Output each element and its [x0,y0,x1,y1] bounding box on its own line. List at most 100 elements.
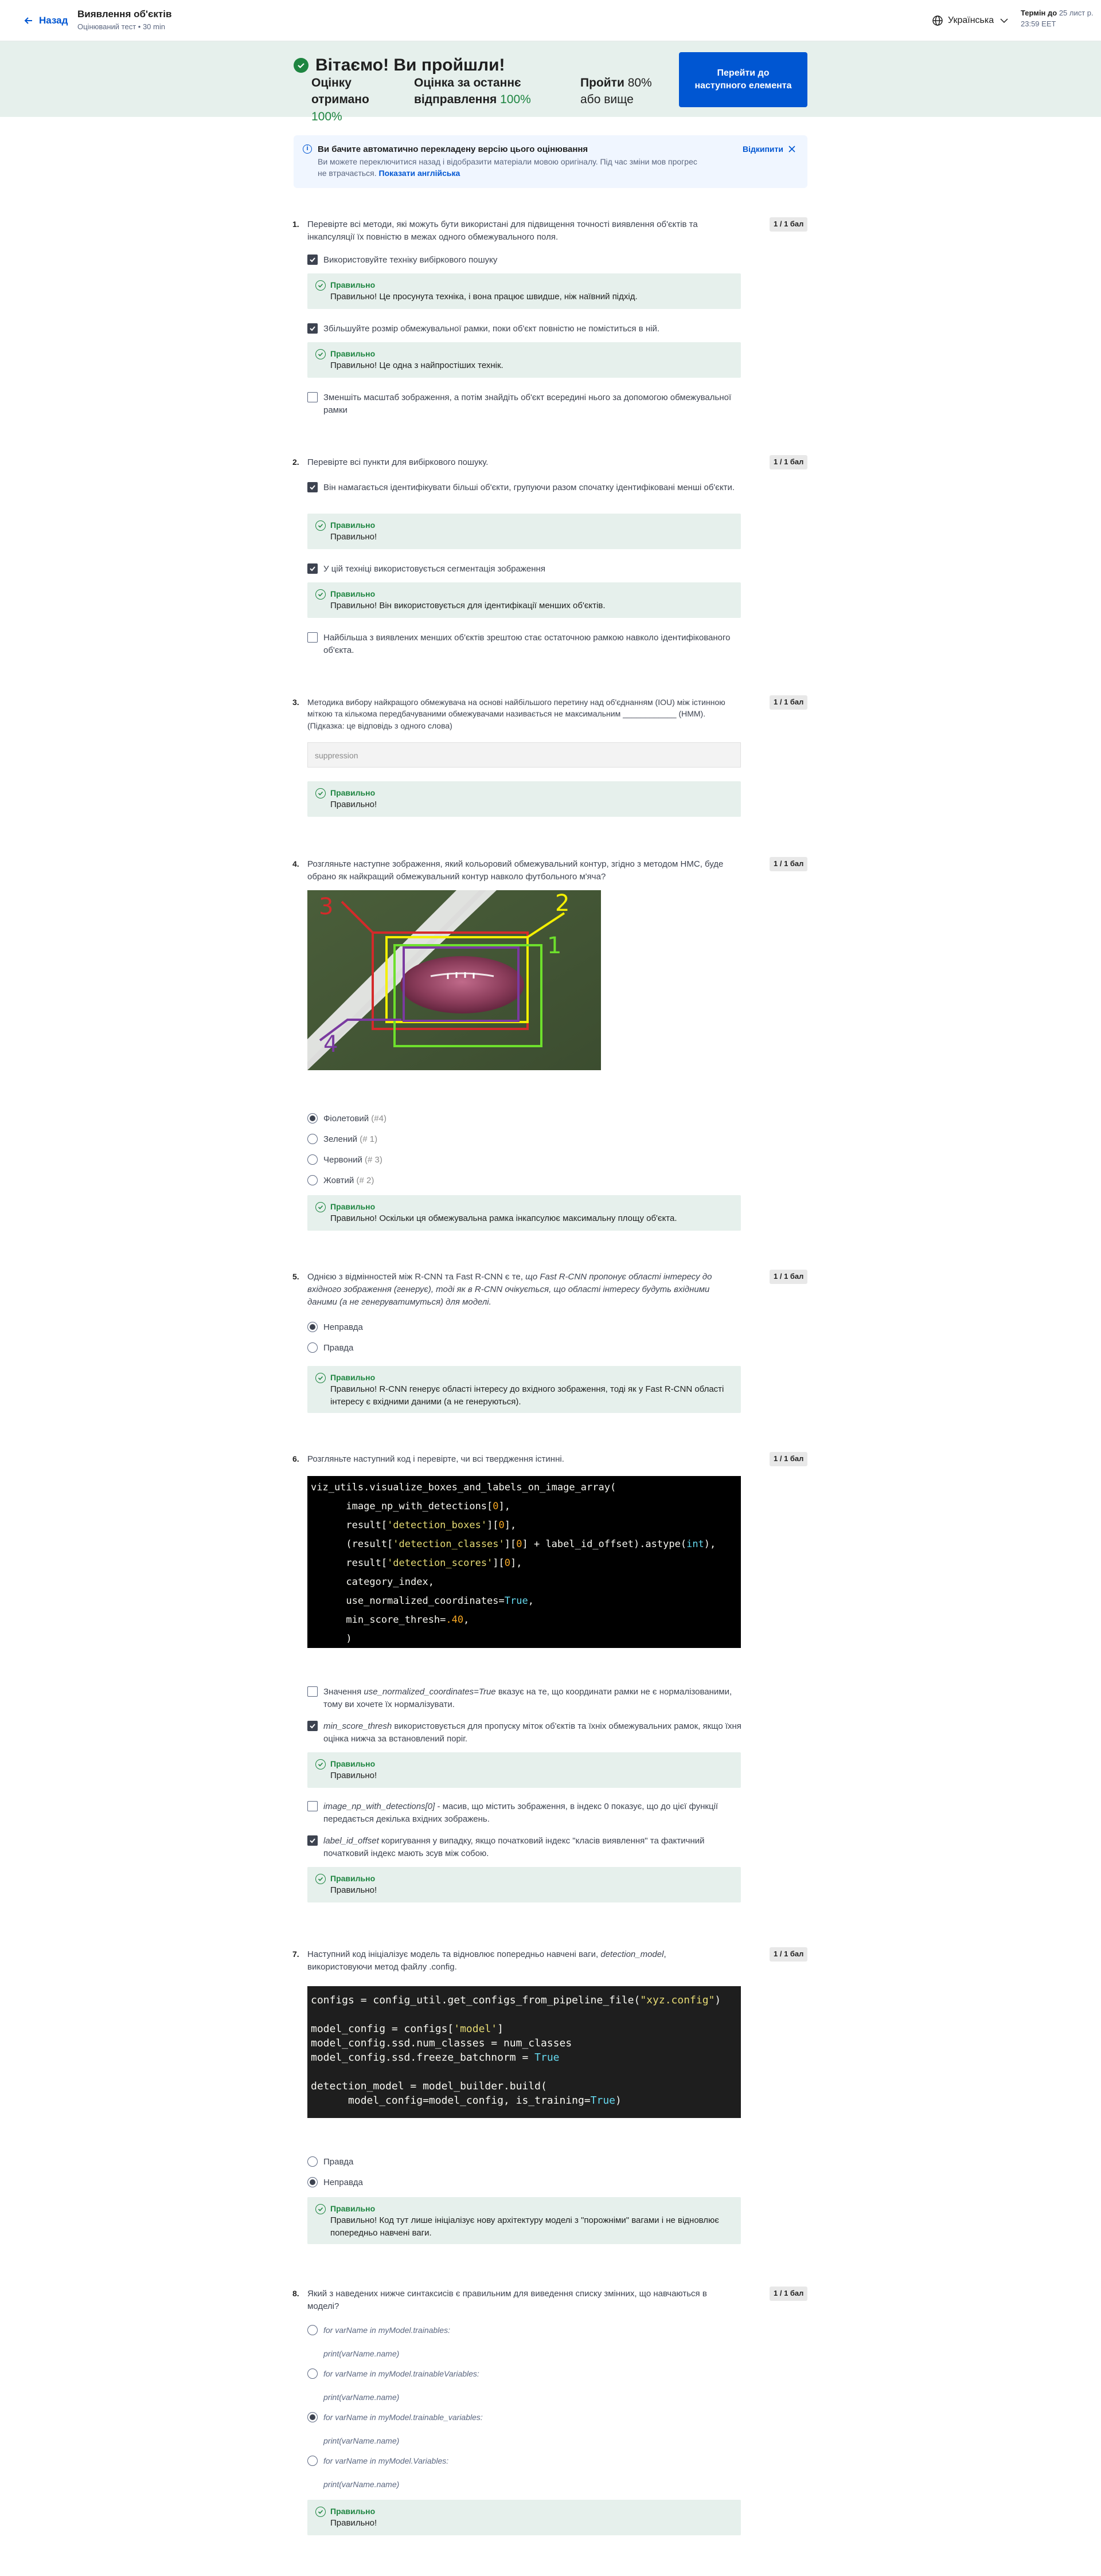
question-number: 8. [292,2289,299,2298]
option-radio[interactable]: Фіолетовий (#4) [307,1113,743,1125]
question-text-a: Наступний код ініціалізує модель та відн… [307,1949,601,1959]
label-1: 1 [547,933,561,959]
feedback-correct: Правильно Правильно! [307,1867,741,1902]
option-line-1: for varName in myModel.trainables: [323,2326,450,2335]
question-text: Перевірте всі пункти для вибіркового пош… [307,457,489,467]
option-radio[interactable]: Неправда [307,1321,743,1334]
question-number: 3. [292,698,299,707]
next-item-button[interactable]: Перейти до наступного елемента [679,52,807,107]
checkbox-unchecked[interactable] [307,632,318,643]
option-line-2: print(varName.name) [323,2348,400,2358]
option-radio[interactable]: Правда [307,2156,743,2168]
checkbox-unchecked[interactable] [307,1801,318,1811]
question-number: 5. [292,1272,299,1281]
feedback-text: Правильно! [330,1885,377,1896]
check-circle-icon [315,1373,326,1383]
radio-unselected[interactable] [307,1154,318,1165]
radio-unselected[interactable] [307,2456,318,2466]
option-radio[interactable]: for varName in myModel.Variables: print(v… [307,2455,743,2490]
option-checkbox[interactable]: Значення use_normalized_coordinates=True… [307,1686,743,1711]
check-circle-icon [315,1759,326,1769]
radio-selected[interactable] [307,1322,318,1332]
option-hint: (# 2) [356,1176,374,1185]
feedback-title: Правильно [330,349,376,358]
deadline-label: Термін до [1021,9,1057,17]
question-text: Наступний код ініціалізує модель та відн… [307,1948,732,1974]
hide-notice-button[interactable]: Відкипити [743,143,796,155]
option-radio[interactable]: Жовтий (# 2) [307,1175,743,1187]
option-checkbox[interactable]: Зменшіть масштаб зображення, а потім зна… [307,392,743,417]
check-circle-icon [315,1202,326,1212]
option-checkbox[interactable]: Найбільша з виявлених менших об'єктів зр… [307,632,743,657]
option-label-a: Значення [323,1687,364,1697]
language-selector[interactable]: Українська [932,14,1010,27]
option-checkbox[interactable]: У цій техніці використовується сегментац… [307,563,743,576]
option-hint: (# 3) [365,1155,382,1165]
radio-unselected[interactable] [307,2368,318,2379]
feedback-title: Правильно [330,788,376,797]
radio-selected[interactable] [307,2177,318,2187]
radio-selected[interactable] [307,1113,318,1123]
option-code: label_id_offset [323,1836,379,1846]
option-code: image_np_with_detections[0] [323,1802,435,1811]
grade-last-value: 100% [500,93,531,107]
checkbox-unchecked[interactable] [307,1686,318,1697]
option-radio[interactable]: Правда [307,1342,743,1354]
option-label: Жовтий [323,1176,354,1185]
option-checkbox[interactable]: image_np_with_detections[0] - масив, що … [307,1800,743,1826]
question-text: Який з наведених нижче синтаксисів є пра… [307,2289,707,2311]
option-label: Він намагається ідентифікувати більші об… [323,483,735,492]
option-radio[interactable]: for varName in myModel.trainables: print(… [307,2324,743,2359]
checkbox-checked[interactable] [307,1721,318,1731]
feedback-title: Правильно [330,1874,376,1883]
hide-label: Відкипити [742,144,783,154]
option-label: Червоний [323,1155,362,1165]
feedback-text: Правильно! [330,532,377,542]
show-english-link[interactable]: Показати англійська [379,169,460,178]
option-checkbox[interactable]: label_id_offset коригування у випадку, я… [307,1835,743,1860]
checkbox-checked[interactable] [307,563,318,574]
checkbox-checked[interactable] [307,323,318,334]
question-text: Розгляньте наступне зображення, який кол… [307,859,724,882]
globe-icon [932,15,943,26]
answer-input[interactable]: suppression [307,742,741,768]
page-title: Виявлення об'єктів [77,9,172,19]
option-line-1: for varName in myModel.Variables: [323,2456,449,2465]
option-radio[interactable]: for varName in myModel.trainable_variabl… [307,2411,743,2446]
notice-text: Ви можете переключитися назад і відобраз… [318,156,697,178]
option-line-2: print(varName.name) [323,2392,400,2402]
option-checkbox[interactable]: min_score_thresh використовується для пр… [307,1720,743,1745]
option-checkbox[interactable]: Збільшуйте розмір обмежувальної рамки, п… [307,323,743,335]
option-radio[interactable]: Неправда [307,2176,743,2189]
chevron-down-icon [1000,18,1008,23]
option-checkbox[interactable]: Використовуйте техніку вибіркового пошук… [307,254,743,267]
option-radio[interactable]: Червоний (# 3) [307,1154,743,1166]
feedback-correct: Правильно Правильно! R-CNN генерує област… [307,1366,741,1413]
feedback-title: Правильно [330,1759,376,1768]
option-label: Зменшіть масштаб зображення, а потім зна… [323,393,732,415]
back-button[interactable]: Назад [23,14,68,28]
radio-unselected[interactable] [307,1175,318,1185]
option-radio[interactable]: Зелений (# 1) [307,1133,743,1146]
checkbox-checked[interactable] [307,1835,318,1846]
radio-unselected[interactable] [307,1134,318,1144]
feedback-title: Правильно [330,520,376,530]
question-number: 4. [292,859,299,868]
radio-unselected[interactable] [307,2156,318,2167]
checkbox-unchecked[interactable] [307,392,318,402]
deadline-time: 23:59 EET [1021,19,1056,28]
radio-unselected[interactable] [307,2325,318,2335]
checkbox-checked[interactable] [307,482,318,492]
option-radio[interactable]: for varName in myModel.trainableVariable… [307,2368,743,2403]
radio-selected[interactable] [307,2412,318,2422]
option-label: Фіолетовий [323,1114,369,1123]
option-label: Неправда [323,2178,363,2187]
option-checkbox[interactable]: Він намагається ідентифікувати більші об… [307,481,743,494]
option-line-1: for varName in myModel.trainable_variabl… [323,2413,483,2422]
checkbox-checked[interactable] [307,255,318,265]
points-badge: 1 / 1 бал [770,1947,808,1962]
page-subtitle: Оцінюваний тест • 30 min [77,22,165,31]
check-circle-icon [315,788,326,798]
feedback-text: Правильно! Код тут лише ініціалізує нову… [330,2215,719,2238]
radio-unselected[interactable] [307,1342,318,1353]
